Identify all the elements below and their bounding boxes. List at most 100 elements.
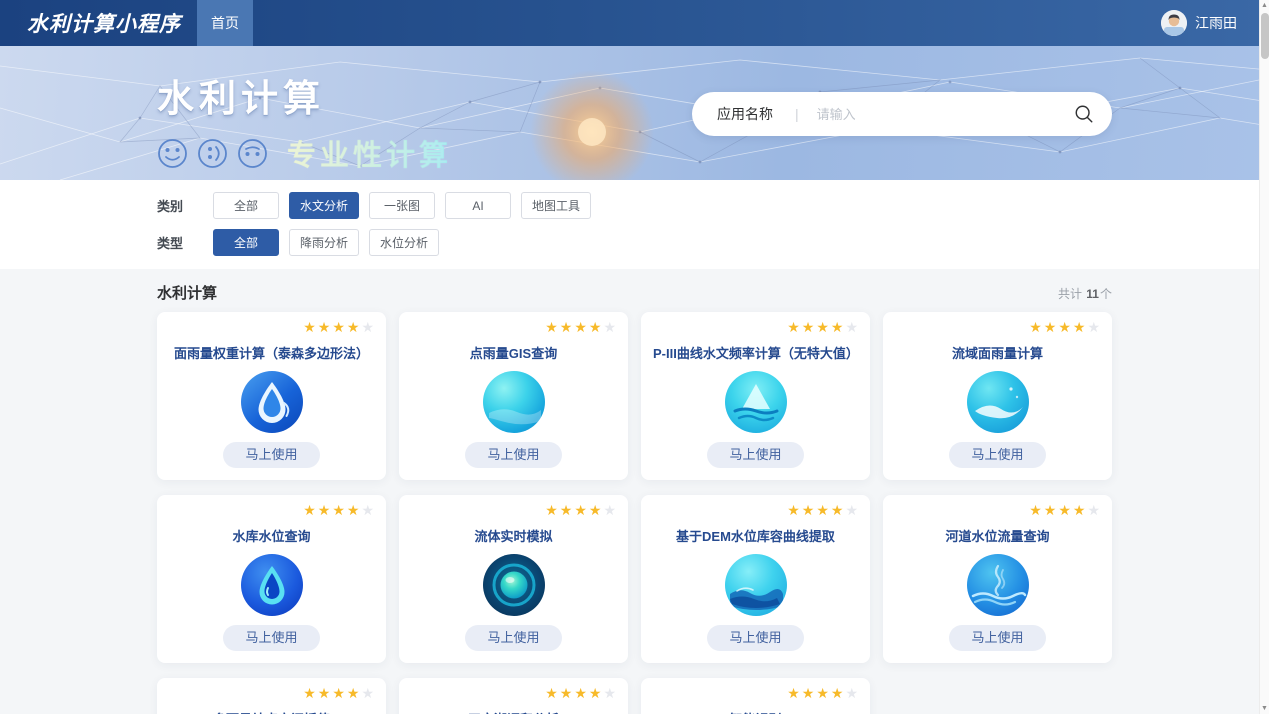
search-type-select[interactable]: 应用名称 (717, 104, 773, 124)
rating-stars: ★★★★★ (787, 320, 858, 334)
use-now-button[interactable]: 马上使用 (707, 625, 803, 651)
scrollbar-down-icon[interactable]: ▼ (1260, 705, 1269, 712)
star-filled-icon: ★ (787, 503, 800, 517)
app-card[interactable]: ★★★★★ P-III曲线水文频率计算（无特大值） 马上使用 (641, 312, 870, 480)
filter-row: 类型全部降雨分析水位分析 (157, 229, 1112, 256)
app-card[interactable]: ★★★★★ 基于DEM水位库容曲线提取 马上使用 (641, 495, 870, 663)
rating-stars: ★★★★★ (545, 320, 616, 334)
smiley-wink-icon (157, 138, 188, 169)
app-title: 河道水位流量查询 (945, 526, 1049, 545)
app-title: 流体实时模拟 (474, 526, 552, 545)
star-filled-icon: ★ (332, 320, 345, 334)
rating-stars: ★★★★★ (303, 686, 374, 700)
app-title: 基于DEM水位库容曲线提取 (676, 526, 835, 545)
filter-label: 类型 (157, 233, 213, 252)
star-filled-icon: ★ (1029, 503, 1042, 517)
app-card[interactable]: ★★★★★ 天文潮调和分析 马上使用 (399, 678, 628, 714)
scrollbar-up-icon[interactable]: ▲ (1260, 2, 1269, 9)
water-drop-icon (241, 371, 303, 433)
app-card[interactable]: ★★★★★ 河道水位流量查询 马上使用 (883, 495, 1112, 663)
star-filled-icon: ★ (1073, 320, 1086, 334)
filter-option-1-降雨分析[interactable]: 降雨分析 (289, 229, 359, 256)
star-filled-icon: ★ (802, 320, 815, 334)
star-filled-icon: ★ (318, 320, 331, 334)
hero-banner: 水利计算 专业性计算 应用名称 | (0, 46, 1269, 180)
app-title: 智能识别 (729, 709, 781, 714)
use-now-button[interactable]: 马上使用 (465, 625, 561, 651)
use-now-button[interactable]: 马上使用 (465, 442, 561, 468)
star-empty-icon: ★ (603, 320, 616, 334)
use-now-button[interactable]: 马上使用 (949, 442, 1045, 468)
app-card[interactable]: ★★★★★ 面雨量权重计算（泰森多边形法） 马上使用 (157, 312, 386, 480)
nav-tab-home[interactable]: 首页 (197, 0, 253, 46)
app-card[interactable]: ★★★★★ 智能识别 马上使用 (641, 678, 870, 714)
app-card[interactable]: ★★★★★ 水库水位查询 马上使用 (157, 495, 386, 663)
rating-stars: ★★★★★ (303, 503, 374, 517)
star-filled-icon: ★ (574, 686, 587, 700)
filter-panel: 类别全部水文分析一张图AI地图工具类型全部降雨分析水位分析 (0, 180, 1269, 269)
star-filled-icon: ★ (303, 320, 316, 334)
star-filled-icon: ★ (816, 503, 829, 517)
rating-stars: ★★★★★ (545, 503, 616, 517)
app-title: 多雨量站点空间插值 (213, 709, 330, 714)
star-filled-icon: ★ (545, 320, 558, 334)
app-title: 水库水位查询 (232, 526, 310, 545)
filter-option-0-全部[interactable]: 全部 (213, 192, 279, 219)
user-avatar[interactable] (1161, 10, 1187, 36)
rating-stars: ★★★★★ (787, 503, 858, 517)
username: 江雨田 (1195, 13, 1237, 33)
filter-row: 类别全部水文分析一张图AI地图工具 (157, 192, 1112, 219)
filter-option-0-水文分析[interactable]: 水文分析 (289, 192, 359, 219)
frequency-curve-water-icon (725, 371, 787, 433)
star-filled-icon: ★ (787, 686, 800, 700)
nav-tabs: 首页 (197, 0, 253, 46)
filter-option-1-全部[interactable]: 全部 (213, 229, 279, 256)
star-empty-icon: ★ (603, 503, 616, 517)
star-filled-icon: ★ (802, 503, 815, 517)
search-input[interactable] (817, 107, 1074, 122)
count-unit: 个 (1100, 287, 1112, 301)
scrollbar[interactable]: ▲ ▼ (1259, 0, 1269, 714)
star-filled-icon: ★ (802, 686, 815, 700)
search-icon[interactable] (1074, 104, 1094, 124)
star-empty-icon: ★ (845, 503, 858, 517)
star-filled-icon: ★ (1029, 320, 1042, 334)
content-area: 水利计算 共计 11个 ★★★★★ 面雨量权重计算（泰森多边形法） 马上使用 ★… (0, 269, 1269, 714)
search-bar: 应用名称 | (692, 92, 1112, 136)
app-card[interactable]: ★★★★★ 点雨量GIS查询 马上使用 (399, 312, 628, 480)
app-card[interactable]: ★★★★★ 流体实时模拟 马上使用 (399, 495, 628, 663)
star-filled-icon: ★ (831, 686, 844, 700)
filter-options: 全部水文分析一张图 AI 地图工具 (213, 192, 591, 219)
app-title: 天文潮调和分析 (468, 709, 559, 714)
section-title: 水利计算 (157, 282, 217, 303)
gis-globe-icon (483, 371, 545, 433)
user-menu[interactable]: 江雨田 (1161, 0, 1251, 46)
filter-option-0-一张图[interactable]: 一张图 (369, 192, 435, 219)
use-now-button[interactable]: 马上使用 (223, 625, 319, 651)
app-title: 点雨量GIS查询 (470, 343, 557, 362)
star-filled-icon: ★ (1073, 503, 1086, 517)
filter-option-0-地图工具[interactable]: 地图工具 (521, 192, 591, 219)
star-empty-icon: ★ (361, 320, 374, 334)
filter-option-1-水位分析[interactable]: 水位分析 (369, 229, 439, 256)
use-now-button[interactable]: 马上使用 (707, 442, 803, 468)
use-now-button[interactable]: 马上使用 (223, 442, 319, 468)
star-filled-icon: ★ (589, 503, 602, 517)
star-empty-icon: ★ (603, 686, 616, 700)
star-filled-icon: ★ (589, 686, 602, 700)
star-filled-icon: ★ (347, 686, 360, 700)
filter-option-0-AI[interactable]: AI (445, 192, 511, 219)
smiley-sideways-icon (197, 138, 228, 169)
fluid-orb-icon (483, 554, 545, 616)
app-card[interactable]: ★★★★★ 流域面雨量计算 马上使用 (883, 312, 1112, 480)
use-now-button[interactable]: 马上使用 (949, 625, 1045, 651)
star-empty-icon: ★ (845, 686, 858, 700)
star-filled-icon: ★ (1058, 320, 1071, 334)
star-filled-icon: ★ (574, 320, 587, 334)
star-filled-icon: ★ (545, 686, 558, 700)
app-card[interactable]: ★★★★★ 多雨量站点空间插值 马上使用 (157, 678, 386, 714)
scrollbar-thumb[interactable] (1261, 13, 1269, 59)
star-filled-icon: ★ (303, 503, 316, 517)
rating-stars: ★★★★★ (303, 320, 374, 334)
star-empty-icon: ★ (1087, 503, 1100, 517)
